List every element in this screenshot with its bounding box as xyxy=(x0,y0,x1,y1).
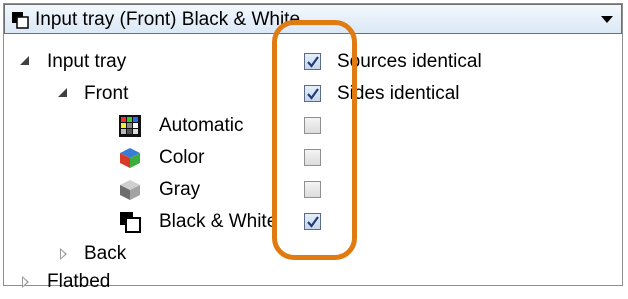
sources-identical-label: Sources identical xyxy=(337,51,482,72)
expand-closed-icon[interactable] xyxy=(22,276,29,288)
profile-dropdown[interactable]: Input tray (Front) Black & White xyxy=(4,4,622,34)
sources-identical-checkbox[interactable] xyxy=(304,53,321,70)
tree-item-label: Input tray xyxy=(47,51,127,72)
tree-item-label: Gray xyxy=(159,179,201,200)
tree-item-label: Black & White xyxy=(159,211,278,232)
automatic-checkbox[interactable] xyxy=(304,117,321,134)
black-white-checkbox[interactable] xyxy=(304,213,321,230)
tree-item-back[interactable]: Back xyxy=(48,241,248,269)
profile-title: Input tray (Front) Black & White xyxy=(35,9,301,30)
black-white-mode-icon xyxy=(120,212,141,233)
tree-item-gray[interactable]: Gray xyxy=(118,177,278,205)
tree-item-flatbed[interactable]: Flatbed xyxy=(10,271,210,299)
tree-item-label: Front xyxy=(84,83,129,104)
checkmark-icon xyxy=(307,88,319,100)
sides-identical-checkbox[interactable] xyxy=(304,85,321,102)
gray-mode-icon xyxy=(120,180,140,200)
tree-item-label: Automatic xyxy=(159,115,244,136)
tree-item-front[interactable]: Front xyxy=(48,80,278,108)
tree-item-color[interactable]: Color xyxy=(118,145,278,173)
expand-open-icon[interactable] xyxy=(20,56,29,65)
tree-item-black-white[interactable]: Black & White xyxy=(118,209,298,237)
color-mode-icon xyxy=(120,148,140,168)
expand-open-icon[interactable] xyxy=(58,88,67,97)
sides-identical-label: Sides identical xyxy=(337,83,460,104)
gray-checkbox[interactable] xyxy=(304,181,321,198)
black-white-mode-icon xyxy=(12,12,29,29)
automatic-mode-icon xyxy=(119,115,141,137)
tree-item-input-tray[interactable]: Input tray xyxy=(10,48,280,76)
color-checkbox[interactable] xyxy=(304,149,321,166)
checkmark-icon xyxy=(307,216,319,228)
chevron-down-icon[interactable] xyxy=(601,16,613,23)
tree-item-automatic[interactable]: Automatic xyxy=(118,113,278,141)
tree-item-label: Color xyxy=(159,147,205,168)
tree-item-label: Back xyxy=(84,243,127,264)
expand-closed-icon[interactable] xyxy=(60,248,67,260)
checkmark-icon xyxy=(307,56,319,68)
